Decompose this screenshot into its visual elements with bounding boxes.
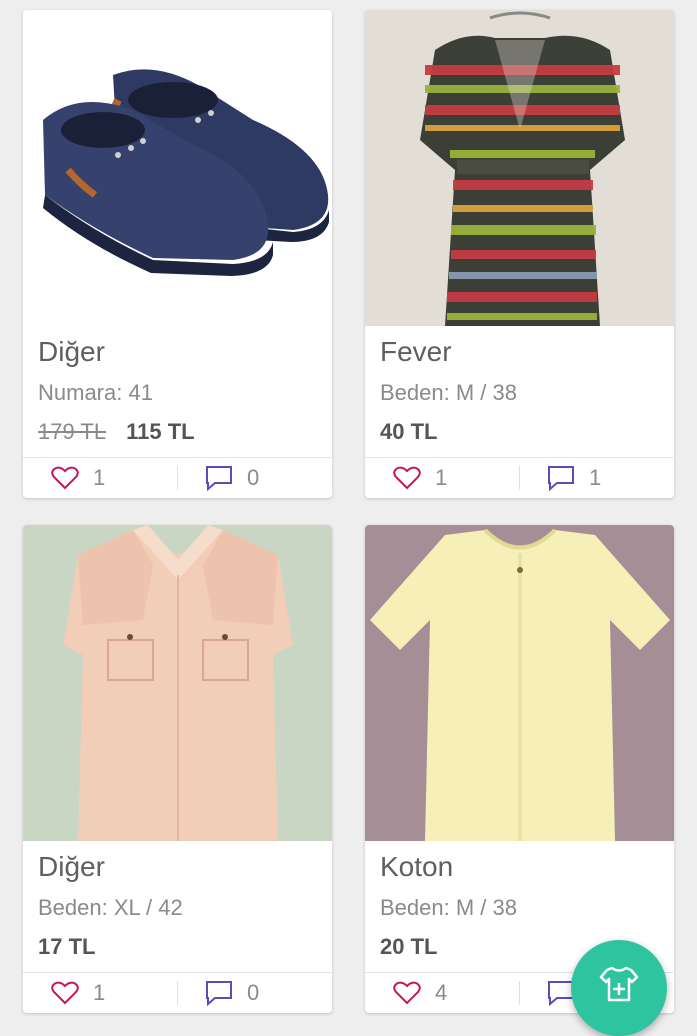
product-card[interactable]: Fever Beden: M / 38 40 TL 1 1 bbox=[365, 10, 674, 498]
product-size: Beden: M / 38 bbox=[380, 380, 517, 405]
like-count: 1 bbox=[93, 465, 106, 490]
product-grid: Diğer Numara: 41 179 TL 115 TL 1 0 Fever… bbox=[0, 0, 697, 1024]
comment-button[interactable]: 1 bbox=[547, 458, 601, 498]
product-brand: Koton bbox=[380, 851, 454, 882]
like-button[interactable]: 1 bbox=[51, 458, 105, 498]
card-actions: 1 1 bbox=[365, 458, 674, 498]
current-price: 17 TL bbox=[38, 934, 96, 959]
comment-icon bbox=[206, 466, 232, 491]
comment-count: 0 bbox=[247, 980, 260, 1005]
comment-count: 0 bbox=[247, 465, 260, 490]
like-button[interactable]: 4 bbox=[393, 973, 447, 1013]
add-product-fab[interactable] bbox=[571, 940, 667, 1036]
product-image-dress[interactable] bbox=[365, 10, 674, 326]
comment-icon bbox=[548, 466, 574, 491]
like-count: 1 bbox=[435, 465, 448, 490]
current-price: 115 TL bbox=[126, 419, 195, 444]
current-price: 40 TL bbox=[380, 419, 438, 444]
product-card[interactable]: Diğer Beden: XL / 42 17 TL 1 0 bbox=[23, 525, 332, 1013]
comment-icon bbox=[206, 981, 232, 1006]
product-prices: 40 TL bbox=[380, 419, 437, 445]
card-actions: 1 0 bbox=[23, 458, 332, 498]
like-count: 1 bbox=[93, 980, 106, 1005]
product-prices: 20 TL bbox=[380, 934, 437, 960]
divider bbox=[177, 981, 178, 1005]
product-image-blouse[interactable] bbox=[23, 525, 332, 841]
current-price: 20 TL bbox=[380, 934, 438, 959]
heart-icon bbox=[393, 466, 421, 490]
product-card[interactable]: Diğer Numara: 41 179 TL 115 TL 1 0 bbox=[23, 10, 332, 498]
product-brand: Diğer bbox=[38, 851, 105, 882]
heart-icon bbox=[393, 981, 421, 1005]
like-button[interactable]: 1 bbox=[393, 458, 447, 498]
old-price: 179 TL bbox=[38, 419, 107, 444]
comment-button[interactable]: 0 bbox=[205, 973, 259, 1013]
product-image-top[interactable] bbox=[365, 525, 674, 841]
product-image-shoes[interactable] bbox=[23, 10, 332, 326]
product-prices: 179 TL 115 TL bbox=[38, 419, 195, 445]
comment-count: 1 bbox=[589, 465, 602, 490]
like-count: 4 bbox=[435, 980, 448, 1005]
add-shirt-icon bbox=[599, 966, 639, 1002]
product-size: Beden: M / 38 bbox=[380, 895, 517, 920]
like-button[interactable]: 1 bbox=[51, 973, 105, 1013]
comment-button[interactable]: 0 bbox=[205, 458, 259, 498]
product-brand: Fever bbox=[380, 336, 452, 367]
product-size: Beden: XL / 42 bbox=[38, 895, 183, 920]
card-actions: 1 0 bbox=[23, 973, 332, 1013]
heart-icon bbox=[51, 981, 79, 1005]
divider bbox=[177, 466, 178, 490]
divider bbox=[519, 981, 520, 1005]
divider bbox=[519, 466, 520, 490]
product-brand: Diğer bbox=[38, 336, 105, 367]
product-prices: 17 TL bbox=[38, 934, 95, 960]
product-size: Numara: 41 bbox=[38, 380, 153, 405]
heart-icon bbox=[51, 466, 79, 490]
